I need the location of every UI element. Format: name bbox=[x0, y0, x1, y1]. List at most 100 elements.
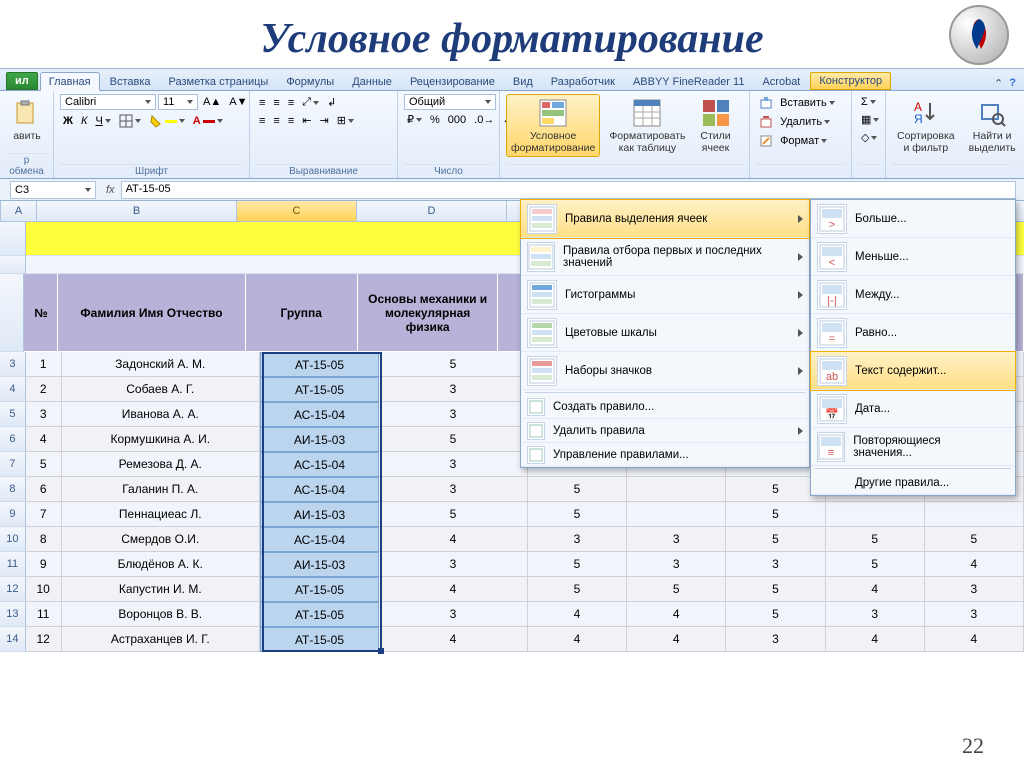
menu-item[interactable]: Наборы значков bbox=[521, 352, 809, 390]
table-cell[interactable]: 5 bbox=[726, 602, 825, 627]
table-cell[interactable]: 5 bbox=[826, 552, 925, 577]
formula-input[interactable]: АТ-15-05 bbox=[121, 181, 1016, 199]
delete-cells-button[interactable]: Удалить bbox=[756, 113, 833, 131]
table-cell[interactable]: 12 bbox=[26, 627, 62, 652]
table-cell[interactable]: 4 bbox=[379, 527, 528, 552]
autosum-icon[interactable]: Σ bbox=[858, 94, 879, 110]
indent-dec-icon[interactable]: ⇤ bbox=[299, 112, 314, 129]
sort-filter-button[interactable]: АЯ Сортировка и фильтр bbox=[892, 94, 960, 157]
cell-styles-button[interactable]: Стили ячеек bbox=[695, 94, 737, 157]
table-cell[interactable]: 5 bbox=[726, 577, 825, 602]
tab-context-design[interactable]: Конструктор bbox=[810, 72, 891, 90]
paste-button[interactable]: авить bbox=[6, 94, 48, 146]
grow-font-icon[interactable]: A▲ bbox=[200, 94, 224, 110]
tab-file[interactable]: ил bbox=[6, 72, 38, 90]
table-cell[interactable]: 3 bbox=[26, 402, 62, 427]
table-cell[interactable] bbox=[826, 502, 925, 527]
align-bottom-icon[interactable]: ≡ bbox=[285, 95, 297, 111]
table-cell[interactable]: 11 bbox=[26, 602, 62, 627]
table-cell[interactable]: АИ-15-03 bbox=[260, 427, 379, 452]
column-header[interactable]: B bbox=[37, 201, 237, 221]
table-cell[interactable]: 1 bbox=[26, 352, 62, 377]
table-cell[interactable]: 3 bbox=[726, 552, 825, 577]
table-cell[interactable]: АТ-15-05 bbox=[260, 627, 379, 652]
table-cell[interactable]: 4 bbox=[826, 577, 925, 602]
table-cell[interactable]: 5 bbox=[379, 352, 528, 377]
tab-acrobat[interactable]: Acrobat bbox=[754, 73, 808, 90]
format-as-table-button[interactable]: Форматировать как таблицу bbox=[604, 94, 690, 157]
table-cell[interactable]: Капустин И. М. bbox=[62, 577, 260, 602]
menu-item[interactable]: |-|Между... bbox=[811, 276, 1015, 314]
table-cell[interactable]: АТ-15-05 bbox=[260, 577, 379, 602]
table-cell[interactable]: 5 bbox=[528, 552, 627, 577]
table-cell[interactable]: 3 bbox=[925, 602, 1024, 627]
table-cell[interactable]: Блюдёнов А. К. bbox=[62, 552, 260, 577]
table-cell[interactable]: 4 bbox=[379, 577, 528, 602]
table-cell[interactable]: 5 bbox=[726, 502, 825, 527]
table-cell[interactable]: Смердов О.И. bbox=[62, 527, 260, 552]
name-box[interactable]: C3 bbox=[10, 181, 96, 199]
clear-icon[interactable]: ◇ bbox=[858, 129, 880, 146]
table-cell[interactable]: 5 bbox=[528, 577, 627, 602]
table-cell[interactable]: АТ-15-05 bbox=[260, 377, 379, 402]
increase-decimal-icon[interactable]: .0→ bbox=[471, 112, 497, 128]
table-cell[interactable] bbox=[627, 477, 726, 502]
table-cell[interactable]: 3 bbox=[627, 527, 726, 552]
table-cell[interactable]: 8 bbox=[26, 527, 62, 552]
table-cell[interactable]: АС-15-04 bbox=[260, 477, 379, 502]
table-cell[interactable]: 9 bbox=[26, 552, 62, 577]
align-right-icon[interactable]: ≡ bbox=[285, 113, 297, 129]
conditional-formatting-button[interactable]: Условное форматирование bbox=[506, 94, 600, 157]
bold-button[interactable]: Ж bbox=[60, 113, 76, 129]
insert-cells-button[interactable]: Вставить bbox=[756, 94, 838, 112]
column-header[interactable]: C bbox=[237, 201, 357, 221]
table-cell[interactable]: 5 bbox=[26, 452, 62, 477]
table-cell[interactable]: 4 bbox=[826, 627, 925, 652]
table-cell[interactable]: 5 bbox=[379, 502, 528, 527]
table-cell[interactable]: АИ-15-03 bbox=[260, 502, 379, 527]
table-cell[interactable]: АС-15-04 bbox=[260, 452, 379, 477]
table-cell[interactable]: 5 bbox=[627, 577, 726, 602]
menu-item[interactable]: Гистограммы bbox=[521, 276, 809, 314]
table-cell[interactable]: 4 bbox=[528, 602, 627, 627]
tab-pagelayout[interactable]: Разметка страницы bbox=[161, 73, 277, 90]
table-cell[interactable]: Астраханцев И. Г. bbox=[62, 627, 260, 652]
indent-inc-icon[interactable]: ⇥ bbox=[316, 112, 331, 129]
shrink-font-icon[interactable]: A▼ bbox=[226, 94, 250, 110]
table-cell[interactable]: 5 bbox=[726, 527, 825, 552]
font-size-combo[interactable]: 11 bbox=[158, 94, 198, 110]
table-cell[interactable]: 3 bbox=[627, 552, 726, 577]
fx-icon[interactable]: fx bbox=[100, 184, 121, 196]
table-cell[interactable]: Пеннациеас Л. bbox=[62, 502, 260, 527]
table-cell[interactable]: Собаев А. Г. bbox=[62, 377, 260, 402]
table-cell[interactable]: 3 bbox=[726, 627, 825, 652]
menu-item[interactable]: Удалить правила bbox=[521, 419, 809, 443]
table-cell[interactable]: 4 bbox=[925, 627, 1024, 652]
table-cell[interactable]: 5 bbox=[826, 527, 925, 552]
number-format-combo[interactable]: Общий bbox=[404, 94, 496, 110]
table-cell[interactable]: Задонский А. М. bbox=[62, 352, 260, 377]
fill-color-button[interactable] bbox=[146, 112, 188, 130]
help-icon[interactable]: ? bbox=[1009, 77, 1016, 90]
find-select-button[interactable]: Найти и выделить bbox=[964, 94, 1021, 157]
table-cell[interactable]: Ремезова Д. А. bbox=[62, 452, 260, 477]
font-color-button[interactable]: А bbox=[190, 113, 226, 129]
wrap-text-icon[interactable]: ↲ bbox=[324, 94, 339, 111]
table-cell[interactable]: 7 bbox=[26, 502, 62, 527]
menu-item[interactable]: Цветовые шкалы bbox=[521, 314, 809, 352]
tab-developer[interactable]: Разработчик bbox=[543, 73, 623, 90]
table-cell[interactable]: 4 bbox=[627, 627, 726, 652]
menu-item[interactable]: Создать правило... bbox=[521, 395, 809, 419]
table-cell[interactable]: 4 bbox=[379, 627, 528, 652]
table-cell[interactable]: 5 bbox=[925, 527, 1024, 552]
tab-formulas[interactable]: Формулы bbox=[278, 73, 342, 90]
table-cell[interactable]: 3 bbox=[379, 377, 528, 402]
menu-item[interactable]: Правила отбора первых и последних значен… bbox=[521, 238, 809, 276]
table-cell[interactable]: 2 bbox=[26, 377, 62, 402]
table-cell[interactable]: 3 bbox=[925, 577, 1024, 602]
menu-item[interactable]: ≡Повторяющиеся значения... bbox=[811, 428, 1015, 466]
comma-icon[interactable]: 000 bbox=[445, 112, 469, 128]
borders-button[interactable] bbox=[116, 112, 144, 130]
table-cell[interactable]: 4 bbox=[528, 627, 627, 652]
table-cell[interactable]: 5 bbox=[528, 477, 627, 502]
